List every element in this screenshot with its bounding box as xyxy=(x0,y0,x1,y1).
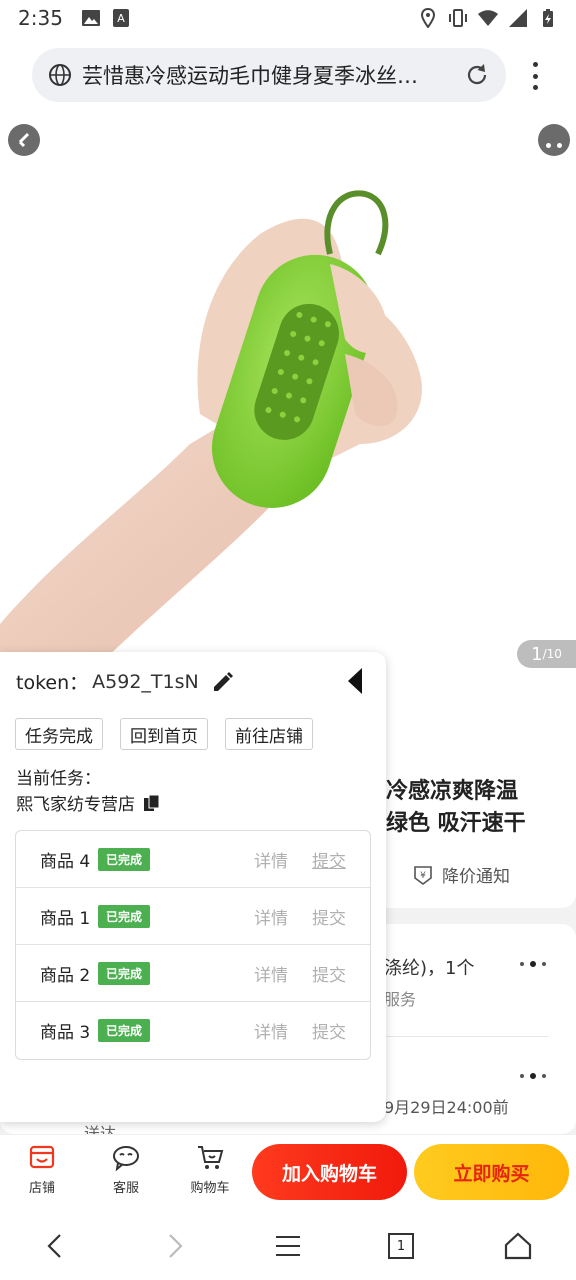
image-counter: 1/10 xyxy=(517,640,576,668)
more-options-icon[interactable] xyxy=(538,124,570,156)
battery-icon xyxy=(543,9,553,27)
token-row: token： A592_T1sN xyxy=(16,668,235,695)
go-to-shop-button[interactable]: 前往店铺 xyxy=(225,718,313,750)
shop-label: 店铺 xyxy=(28,1181,55,1196)
menu-dots-icon[interactable] xyxy=(523,62,547,90)
home-icon[interactable] xyxy=(502,1230,534,1262)
location-icon xyxy=(420,8,436,28)
task-submit-link[interactable]: 提交 xyxy=(312,847,346,872)
task-detail-link[interactable]: 详情 xyxy=(254,1018,288,1043)
product-title: 冷感凉爽降温 绿色 吸汗速干 xyxy=(386,779,526,836)
task-row: 商品 1 已完成 详情 提交 xyxy=(16,888,370,945)
globe-icon xyxy=(49,64,71,86)
task-detail-link[interactable]: 详情 xyxy=(254,847,288,872)
divider xyxy=(384,1036,548,1037)
forward-icon[interactable] xyxy=(158,1230,190,1262)
current-task-row: 熙飞家纺专营店 xyxy=(16,790,161,815)
task-complete-button[interactable]: 任务完成 xyxy=(15,718,103,750)
copy-icon[interactable] xyxy=(143,794,161,812)
task-detail-link[interactable]: 详情 xyxy=(254,961,288,986)
cart-button[interactable]: 购物车 xyxy=(180,1143,240,1196)
spec-service-text: 服务 xyxy=(384,990,417,1009)
edit-icon[interactable] xyxy=(211,670,235,694)
browser-toolbar: 芸惜惠冷感运动毛巾健身夏季冰丝… xyxy=(0,36,576,114)
menu-icon[interactable] xyxy=(272,1230,304,1262)
task-list: 商品 4 已完成 详情 提交 商品 1 已完成 详情 提交 商品 2 已完成 详… xyxy=(15,830,371,1060)
add-to-cart-button[interactable]: 加入购物车 xyxy=(252,1144,407,1200)
current-task-value: 熙飞家纺专营店 xyxy=(16,795,135,815)
chat-icon xyxy=(113,1146,139,1171)
cart-icon xyxy=(198,1146,224,1169)
svg-text:¥: ¥ xyxy=(420,871,426,881)
shop-icon xyxy=(29,1145,55,1169)
bottom-action-bar: 店铺 客服 购物车 加入购物车 立即购买 xyxy=(0,1134,576,1210)
task-submit-link[interactable]: 提交 xyxy=(312,961,346,986)
reload-icon[interactable] xyxy=(464,62,490,88)
task-name: 商品 1 xyxy=(40,908,91,929)
status-badge: 已完成 xyxy=(98,961,151,985)
wifi-icon xyxy=(478,10,498,26)
token-value: A592_T1sN xyxy=(92,670,199,693)
product-photo xyxy=(0,190,422,674)
service-label: 客服 xyxy=(112,1181,139,1196)
back-icon[interactable] xyxy=(40,1230,72,1262)
shop-button[interactable]: 店铺 xyxy=(12,1143,72,1196)
browser-nav-bar: 1 xyxy=(0,1210,576,1280)
task-panel: token： A592_T1sN 任务完成 回到首页 前往店铺 当前任务： 熙飞… xyxy=(0,652,386,1122)
shipping-time-text: 9月29日24:00前 xyxy=(384,1098,509,1117)
status-badge: 已完成 xyxy=(98,904,151,928)
url-text[interactable]: 芸惜惠冷感运动毛巾健身夏季冰丝… xyxy=(82,60,442,90)
task-submit-link[interactable]: 提交 xyxy=(312,904,346,929)
status-time: 2:35 xyxy=(18,6,63,30)
customer-service-button[interactable]: 客服 xyxy=(96,1143,156,1196)
product-image-area[interactable] xyxy=(0,114,576,674)
token-label: token： xyxy=(16,672,89,694)
back-home-button[interactable]: 回到首页 xyxy=(120,718,208,750)
task-submit-link[interactable]: 提交 xyxy=(312,1018,346,1043)
price-tag-icon: ¥ xyxy=(414,865,432,885)
task-name: 商品 2 xyxy=(40,965,91,986)
address-bar[interactable]: 芸惜惠冷感运动毛巾健身夏季冰丝… xyxy=(32,48,506,102)
status-badge: 已完成 xyxy=(98,1019,151,1042)
status-bar: 2:35 A xyxy=(0,0,576,36)
task-row: 商品 4 已完成 详情 提交 xyxy=(16,831,370,888)
spec-selection-text[interactable]: 涤纶)，1个 xyxy=(384,954,474,980)
signal-icon xyxy=(509,9,527,27)
current-task-label: 当前任务： xyxy=(16,769,101,789)
image-counter-total: /10 xyxy=(542,647,562,661)
status-badge: 已完成 xyxy=(98,847,151,871)
a-notification-icon: A xyxy=(112,9,129,27)
tab-count: 1 xyxy=(396,1238,406,1254)
cart-label: 购物车 xyxy=(190,1181,230,1196)
task-row: 商品 3 已完成 详情 提交 xyxy=(16,1002,370,1059)
price-notice-label: 降价通知 xyxy=(442,867,510,887)
svg-text:A: A xyxy=(117,12,125,25)
collapse-panel-icon[interactable] xyxy=(346,666,366,696)
price-notice-button[interactable]: ¥ 降价通知 xyxy=(412,862,510,887)
task-detail-link[interactable]: 详情 xyxy=(254,904,288,929)
task-row: 商品 2 已完成 详情 提交 xyxy=(16,945,370,1002)
image-icon xyxy=(81,10,100,26)
spec-more-icon[interactable] xyxy=(520,961,546,967)
task-name: 商品 3 xyxy=(40,1023,91,1043)
back-icon[interactable] xyxy=(8,124,40,156)
tabs-icon[interactable]: 1 xyxy=(388,1233,414,1259)
image-counter-current: 1 xyxy=(531,643,543,665)
vibrate-icon xyxy=(449,9,467,27)
task-name: 商品 4 xyxy=(40,851,91,872)
shipping-more-icon[interactable] xyxy=(520,1073,546,1079)
buy-now-button[interactable]: 立即购买 xyxy=(414,1144,569,1200)
